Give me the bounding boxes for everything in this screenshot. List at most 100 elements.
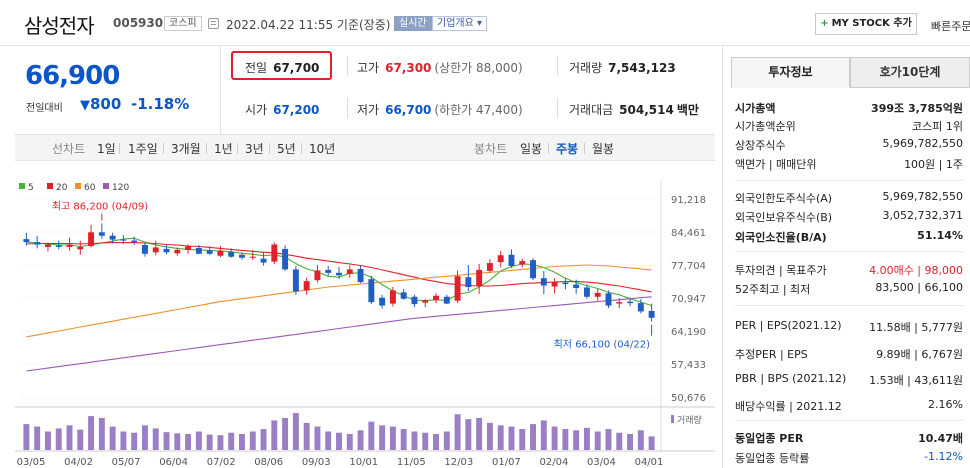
quick-order-link[interactable]: 빠른주문 (931, 18, 970, 34)
y-tick-label: 50,676 (671, 393, 706, 404)
volume-bar (44, 431, 51, 450)
candle-body (292, 269, 299, 292)
volume-bar (379, 425, 386, 450)
volume-bar (109, 426, 116, 450)
legend-swatch (19, 183, 25, 189)
change-label: 전일대비 (26, 103, 63, 114)
candlestick-chart-svg: 91,218 84,461 77,704 70,947 64,190 57,433 50,6… (15, 181, 715, 468)
candle-body (476, 269, 483, 287)
stat-label: 고가 (357, 61, 380, 75)
candle-body (379, 297, 386, 306)
volume-bar (303, 422, 310, 450)
candle-body (508, 254, 515, 266)
candle-body (519, 261, 526, 265)
volume-bar (88, 416, 95, 450)
volume-bar (77, 429, 84, 450)
candle-body (389, 290, 396, 304)
stat-sub: (하한가 47,400) (434, 103, 523, 117)
current-price: 66,900 (25, 61, 120, 91)
company-name: 삼성전자 (24, 14, 95, 38)
min-price-label: 최저 66,100 (04/22) (554, 339, 650, 351)
info-value: 51.14% (917, 229, 963, 242)
tab-weekly[interactable]: 주봉 (556, 140, 578, 157)
candle-body (648, 310, 655, 318)
candle-body (314, 270, 321, 281)
info-row: 시가총액 399조 3,785억원 (735, 100, 963, 117)
divider (206, 143, 207, 154)
candle-body (66, 244, 73, 247)
volume-bar (66, 425, 73, 450)
add-my-stock-button[interactable]: + MY STOCK 추가 (815, 13, 917, 35)
info-value: 5,969,782,550 (882, 137, 963, 150)
stock-chart[interactable]: 91,218 84,461 77,704 70,947 64,190 57,433 50,6… (15, 161, 715, 468)
divider (557, 98, 558, 118)
stat-volume: 거래량 7,543,123 (569, 59, 676, 76)
candle-body (131, 240, 138, 243)
candle-body (271, 244, 278, 262)
tab-order-book[interactable]: 호가10단계 (850, 57, 970, 88)
current-price-panel: 66,900 전일대비 ▼800 -1.18% (15, 46, 221, 134)
volume-bar (389, 426, 396, 450)
tab-10year[interactable]: 10년 (309, 140, 335, 157)
x-tick-label: 04/02 (64, 457, 93, 468)
stat-label: 거래대금 (569, 103, 614, 117)
tab-investment-info[interactable]: 투자정보 (731, 57, 850, 88)
info-label: 동일업종 PER (735, 432, 804, 445)
info-label: 추정PER | EPS (735, 348, 808, 361)
volume-bar (486, 422, 493, 450)
candle-body (443, 296, 450, 304)
volume-bar (411, 431, 418, 450)
info-value: 1.53배 | 43,611원 (869, 374, 963, 387)
info-row: 외국인보유주식수(B) 3,052,732,371 (735, 209, 963, 226)
stat-value: 504,514 (619, 103, 674, 117)
divider (735, 305, 963, 306)
legend-swatch (47, 183, 53, 189)
y-tick-label: 91,218 (671, 195, 706, 206)
volume-bar (217, 435, 224, 450)
tab-5year[interactable]: 5년 (277, 140, 296, 157)
stat-unit: 백만 (676, 103, 699, 117)
volume-bar (357, 430, 364, 450)
volume-bar (422, 432, 429, 450)
volume-bar (637, 430, 644, 450)
info-row: 외국인소진율(B/A) 51.14% (735, 229, 963, 246)
candle-body (77, 246, 84, 250)
tab-3month[interactable]: 3개월 (171, 140, 201, 157)
calendar-icon (208, 18, 219, 29)
stat-value: 66,700 (385, 103, 432, 117)
info-label: 액면가 | 매매단위 (735, 158, 817, 171)
y-tick-label: 64,190 (671, 327, 706, 338)
tab-1year[interactable]: 1년 (214, 140, 233, 157)
volume-bar (185, 433, 192, 450)
candle-body (551, 281, 558, 287)
candle-body (346, 269, 353, 274)
tab-1day[interactable]: 1일 (97, 140, 116, 157)
candle-body (637, 303, 644, 312)
candle-body (34, 242, 41, 245)
candle-body (185, 246, 192, 250)
volume-bar (648, 436, 655, 450)
volume-bar (519, 429, 526, 450)
chart-period-bar: 선차트 1일 1주일 3개월 1년 3년 5년 10년 봉차트 일봉 주봉 월봉 (15, 134, 715, 161)
volume-bar (616, 432, 623, 450)
volume-bar (573, 430, 580, 450)
candle-body (336, 272, 342, 276)
candle-body (206, 250, 213, 254)
tab-daily[interactable]: 일봉 (520, 140, 542, 157)
stat-value: 7,543,123 (608, 61, 676, 75)
volume-bar (336, 432, 342, 450)
x-tick-label: 07/02 (207, 457, 236, 468)
info-row: 배당수익률 | 2021.12 2.16% (735, 398, 963, 415)
realtime-button[interactable]: 실시간 (394, 16, 432, 31)
info-label: 시가총액순위 (735, 120, 796, 133)
legend-label: 60 (84, 183, 96, 193)
legend-label: 20 (56, 183, 68, 193)
tab-3year[interactable]: 3년 (245, 140, 264, 157)
company-overview-dropdown[interactable]: 기업개요 ▾ (432, 16, 488, 31)
candle-body (562, 282, 569, 285)
tab-1week[interactable]: 1주일 (128, 140, 158, 157)
volume-bar (314, 426, 321, 450)
candle-body (217, 250, 224, 256)
info-value: 3,052,732,371 (882, 209, 963, 222)
tab-monthly[interactable]: 월봉 (592, 140, 614, 157)
